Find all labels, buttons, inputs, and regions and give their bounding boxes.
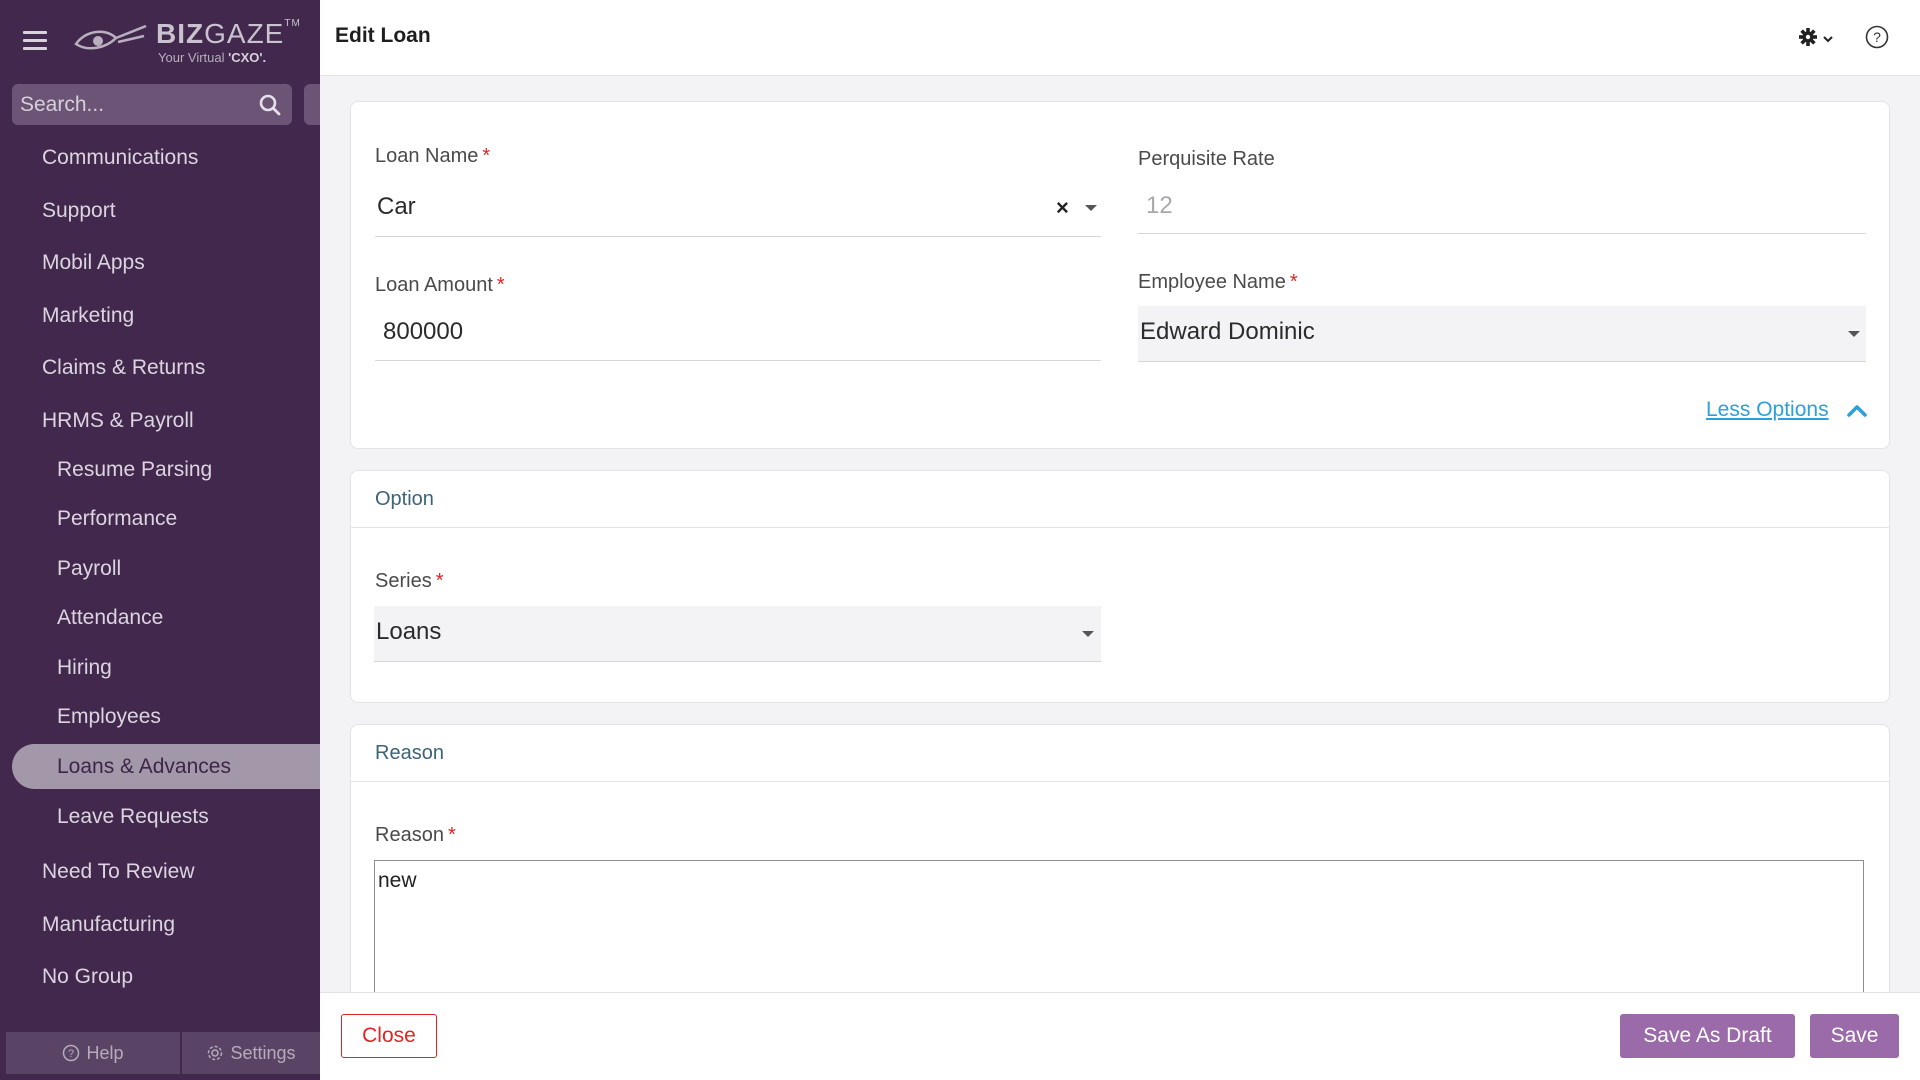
series-label: Series *	[375, 570, 444, 592]
loan-amount-underline	[375, 360, 1101, 361]
svg-text:?: ?	[1873, 29, 1881, 45]
sidebar-item-mobil-apps[interactable]: Mobil Apps	[42, 251, 145, 275]
sidebar-item-payroll[interactable]: Payroll	[57, 557, 121, 581]
loan-amount-input[interactable]: 800000	[383, 318, 463, 346]
reason-section-title: Reason	[375, 742, 444, 764]
perquisite-rate-label: Perquisite Rate	[1138, 148, 1275, 170]
employee-name-label: Employee Name *	[1138, 271, 1298, 293]
logo-wordmark: BIZGAZETM	[156, 18, 301, 49]
sidebar-item-resume-parsing[interactable]: Resume Parsing	[57, 458, 212, 482]
sidebar-footer: ? Help Settings	[6, 1032, 320, 1074]
search-input[interactable]	[20, 84, 250, 125]
option-card-header: Option	[351, 471, 1889, 528]
option-card: Option	[350, 470, 1890, 703]
caret-down-icon	[1848, 331, 1860, 337]
svg-text:?: ?	[68, 1048, 74, 1060]
sidebar-item-marketing[interactable]: Marketing	[42, 304, 134, 328]
help-button[interactable]: ? Help	[6, 1032, 180, 1074]
hamburger-icon[interactable]	[23, 31, 47, 51]
sidebar-item-need-to-review[interactable]: Need To Review	[42, 860, 195, 884]
sidebar-item-manufacturing[interactable]: Manufacturing	[42, 913, 175, 937]
sidebar-item-support[interactable]: Support	[42, 199, 116, 223]
loan-name-label: Loan Name *	[375, 145, 491, 167]
sidebar-item-performance[interactable]: Performance	[57, 507, 177, 531]
chevron-up-icon[interactable]	[1846, 402, 1868, 418]
save-as-draft-button[interactable]: Save As Draft	[1620, 1014, 1795, 1058]
save-button[interactable]: Save	[1810, 1014, 1899, 1058]
sidebar-item-claims-returns[interactable]: Claims & Returns	[42, 356, 205, 380]
search-side-tab[interactable]	[304, 84, 320, 125]
logo-tagline: Your Virtual 'CXO'.	[158, 50, 267, 65]
sidebar-item-loans-advances[interactable]: Loans & Advances	[57, 755, 231, 779]
question-icon: ?	[63, 1044, 80, 1062]
clear-loan-name-icon[interactable]: ×	[1056, 195, 1069, 221]
help-circle-icon[interactable]: ?	[1864, 24, 1890, 50]
reason-card-header: Reason	[351, 725, 1889, 782]
employee-name-value: Edward Dominic	[1140, 318, 1315, 345]
search-box	[12, 84, 292, 125]
sidebar: BIZGAZETM Your Virtual 'CXO'. Communicat…	[0, 0, 320, 1080]
logo-icon	[74, 24, 147, 50]
reason-textarea[interactable]: new	[374, 860, 1864, 1000]
option-section-title: Option	[375, 488, 434, 510]
search-icon[interactable]	[258, 93, 282, 117]
sidebar-item-no-group[interactable]: No Group	[42, 965, 133, 989]
settings-button[interactable]: Settings	[182, 1032, 320, 1074]
sidebar-item-hrms-payroll[interactable]: HRMS & Payroll	[42, 409, 194, 433]
employee-name-select[interactable]: Edward Dominic	[1138, 306, 1866, 362]
chevron-down-icon	[1823, 36, 1833, 43]
caret-down-icon	[1082, 631, 1094, 637]
settings-icon	[208, 1045, 223, 1061]
perquisite-rate-underline	[1138, 233, 1866, 234]
loan-name-value[interactable]: Car	[377, 193, 416, 221]
sidebar-item-employees[interactable]: Employees	[57, 705, 161, 729]
page-title: Edit Loan	[335, 24, 431, 47]
top-bar: Edit Loan ?	[320, 0, 1920, 76]
loan-amount-label: Loan Amount *	[375, 274, 505, 296]
settings-label: Settings	[230, 1042, 296, 1063]
caret-down-icon[interactable]	[1085, 205, 1097, 211]
sidebar-item-attendance[interactable]: Attendance	[57, 606, 163, 630]
less-options-link[interactable]: Less Options	[1706, 398, 1829, 422]
sidebar-item-communications[interactable]: Communications	[42, 146, 198, 170]
loan-details-card	[350, 101, 1890, 449]
sidebar-item-hiring[interactable]: Hiring	[57, 656, 112, 680]
reason-label: Reason *	[375, 824, 456, 846]
sidebar-item-leave-requests[interactable]: Leave Requests	[57, 805, 209, 829]
close-button[interactable]: Close	[341, 1014, 437, 1058]
loan-name-underline	[375, 236, 1101, 237]
series-value: Loans	[376, 618, 442, 645]
perquisite-rate-value: 12	[1146, 192, 1173, 219]
logo[interactable]: BIZGAZETM Your Virtual 'CXO'.	[72, 16, 300, 70]
gear-icon[interactable]	[1798, 26, 1838, 52]
help-label: Help	[86, 1042, 124, 1063]
series-select[interactable]: Loans	[374, 606, 1101, 662]
